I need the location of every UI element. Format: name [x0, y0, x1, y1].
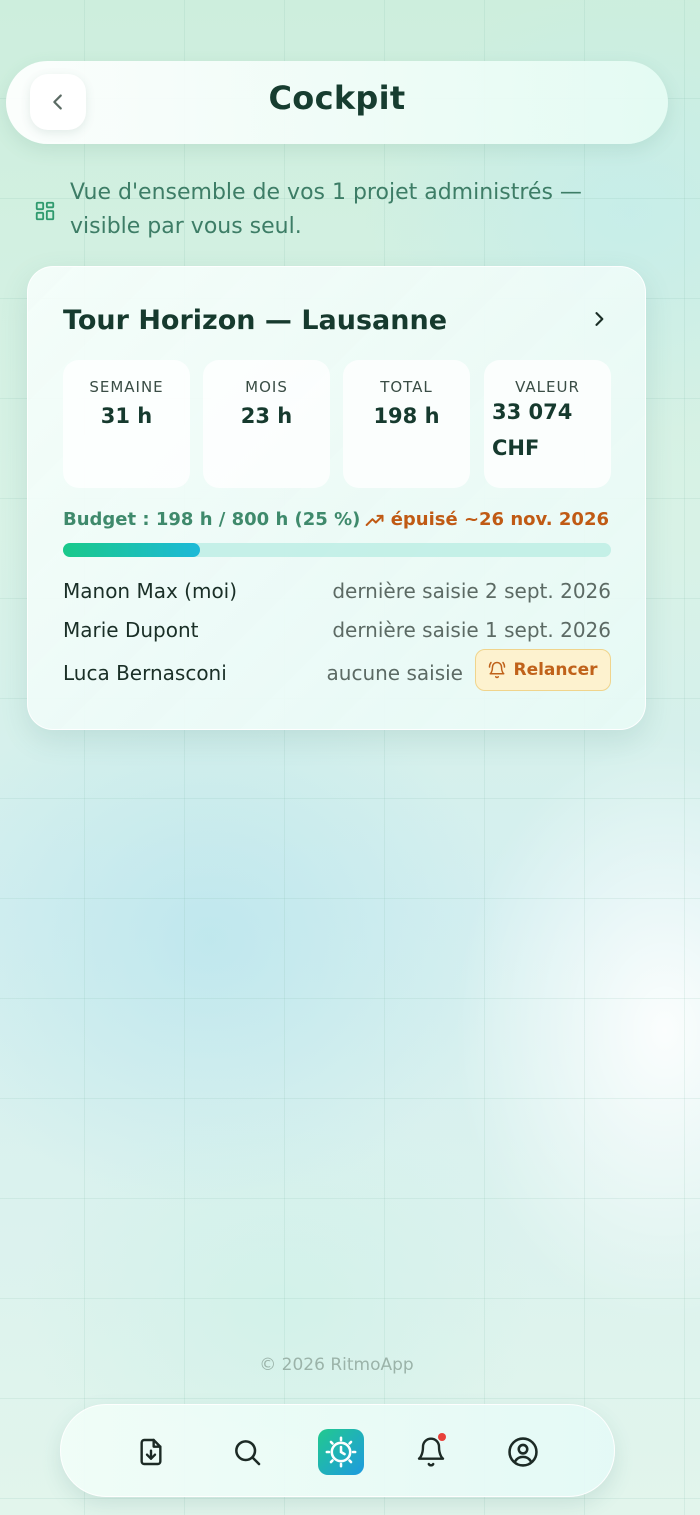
stat-total: TOTAL 198 h	[343, 360, 470, 488]
stat-value: 198 h	[373, 404, 440, 428]
remind-label: Relancer	[513, 660, 598, 680]
member-status: dernière saisie 2 sept. 2026	[332, 579, 611, 603]
forecast-text: épuisé ~26 nov. 2026	[390, 509, 609, 530]
remind-button[interactable]: Relancer	[475, 649, 611, 691]
notification-dot	[438, 1433, 446, 1441]
intro-note: Vue d'ensemble de vos 1 projet administr…	[34, 176, 634, 244]
file-download-icon	[140, 1438, 162, 1466]
stat-label: TOTAL	[380, 378, 433, 396]
dashboard-icon	[34, 200, 56, 244]
nav-search[interactable]	[224, 1429, 270, 1475]
member-row: Luca Bernasconi aucune saisie Relancer	[63, 649, 611, 691]
intro-text: Vue d'ensemble de vos 1 projet administr…	[70, 180, 582, 239]
stat-value: 33 074 CHF	[492, 400, 573, 460]
user-circle-icon	[508, 1437, 538, 1467]
stat-month: MOIS 23 h	[203, 360, 330, 488]
member-row: Manon Max (moi) dernière saisie 2 sept. …	[63, 579, 611, 609]
nav-clock[interactable]	[318, 1429, 364, 1475]
project-card[interactable]: Tour Horizon — Lausanne SEMAINE 31 h MOI…	[27, 266, 646, 730]
member-status: dernière saisie 1 sept. 2026	[332, 618, 611, 642]
bell-ring-icon	[489, 661, 506, 679]
stat-value: 23 h	[240, 404, 293, 428]
member-row: Marie Dupont dernière saisie 1 sept. 202…	[63, 618, 611, 648]
stat-value: 31 h	[100, 404, 153, 428]
stat-week: SEMAINE 31 h	[63, 360, 190, 488]
page-title: Cockpit	[268, 79, 406, 117]
stat-label: SEMAINE	[89, 378, 164, 396]
top-bar: Cockpit	[6, 61, 668, 144]
clock-icon	[325, 1436, 357, 1468]
stat-value-chf: VALEUR 33 074 CHF	[484, 360, 611, 488]
member-name: Luca Bernasconi	[63, 661, 227, 685]
footer-copyright: © 2026 RitmoApp	[259, 1355, 414, 1375]
budget-progress-fill	[63, 543, 200, 557]
budget-forecast: épuisé ~26 nov. 2026	[365, 509, 609, 530]
nav-file-download[interactable]	[128, 1429, 174, 1475]
member-name: Marie Dupont	[63, 618, 199, 642]
project-name: Tour Horizon — Lausanne	[63, 305, 448, 336]
nav-profile[interactable]	[500, 1429, 546, 1475]
bottom-nav	[60, 1404, 615, 1497]
budget-label: Budget : 198 h / 800 h (25 %)	[63, 509, 361, 530]
member-status: aucune saisie	[326, 661, 463, 685]
budget-progress-bar	[63, 543, 611, 557]
member-name: Manon Max (moi)	[63, 579, 238, 603]
chevron-right-icon[interactable]	[589, 309, 609, 333]
stat-label: MOIS	[245, 378, 288, 396]
search-icon	[235, 1440, 261, 1466]
trending-up-icon	[365, 514, 384, 526]
nav-notifications[interactable]	[408, 1429, 454, 1475]
